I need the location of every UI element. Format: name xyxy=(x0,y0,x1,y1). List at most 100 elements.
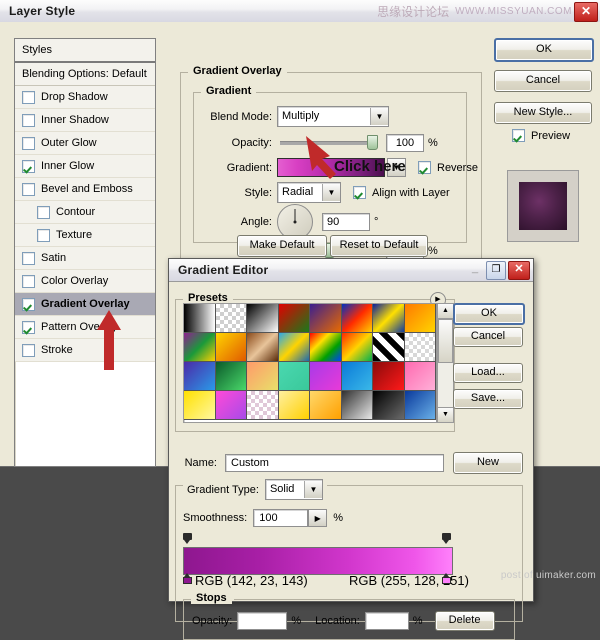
preset-swatch[interactable] xyxy=(184,333,216,362)
cancel-button[interactable]: Cancel xyxy=(494,70,592,92)
preset-swatch[interactable] xyxy=(184,391,216,420)
gradient-editor-cancel-button[interactable]: Cancel xyxy=(453,327,523,347)
preset-swatch[interactable] xyxy=(404,304,436,333)
styles-list-item[interactable]: Color Overlay xyxy=(15,270,155,293)
new-gradient-button[interactable]: New xyxy=(453,452,523,474)
preset-swatch[interactable] xyxy=(278,391,310,420)
opacity-slider[interactable] xyxy=(280,135,378,150)
styles-item-checkbox[interactable] xyxy=(22,343,35,357)
scrollbar-thumb[interactable] xyxy=(438,319,453,363)
preset-swatch[interactable] xyxy=(404,333,436,362)
preset-swatch[interactable] xyxy=(215,333,247,362)
preset-swatch[interactable] xyxy=(247,391,279,420)
styles-item-checkbox[interactable] xyxy=(22,113,35,127)
preset-swatch[interactable] xyxy=(341,391,373,420)
styles-list-item[interactable]: Texture xyxy=(15,224,155,247)
color-stop-right[interactable] xyxy=(442,573,451,584)
styles-list-item[interactable]: Bevel and Emboss xyxy=(15,178,155,201)
opacity-stop-right[interactable] xyxy=(442,533,451,544)
styles-item-checkbox[interactable] xyxy=(22,320,35,334)
preset-swatch[interactable] xyxy=(278,333,310,362)
styles-item-checkbox[interactable] xyxy=(22,136,35,150)
preset-swatch[interactable] xyxy=(184,362,216,391)
stops-opacity-input[interactable] xyxy=(237,612,288,630)
styles-list-item[interactable]: Stroke xyxy=(15,339,155,362)
styles-list-item[interactable]: Inner Glow xyxy=(15,155,155,178)
preset-swatch[interactable] xyxy=(341,333,373,362)
preset-swatch[interactable] xyxy=(404,391,436,420)
save-button[interactable]: Save... xyxy=(453,389,523,409)
gradient-editor-close-icon[interactable]: ✕ xyxy=(508,261,530,280)
style-chevron-down-icon[interactable]: ▼ xyxy=(322,184,340,201)
styles-item-checkbox[interactable] xyxy=(37,228,50,242)
minimize-icon[interactable]: _ xyxy=(466,262,484,279)
preset-swatch[interactable] xyxy=(310,391,342,420)
chevron-down-icon[interactable]: ▼ xyxy=(370,108,388,125)
styles-list-item[interactable]: Pattern Overlay xyxy=(15,316,155,339)
maximize-icon[interactable]: ❐ xyxy=(486,261,506,280)
preset-swatch[interactable] xyxy=(247,333,279,362)
preset-swatch[interactable] xyxy=(404,362,436,391)
reverse-checkbox[interactable] xyxy=(418,161,431,174)
stops-delete-button[interactable]: Delete xyxy=(434,611,495,631)
styles-item-checkbox[interactable] xyxy=(22,274,35,288)
style-select[interactable]: Radial ▼ xyxy=(277,182,341,203)
presets-swatch-grid[interactable] xyxy=(183,303,437,423)
angle-value[interactable]: 90 xyxy=(322,213,370,231)
styles-list-header[interactable]: Styles xyxy=(15,39,155,63)
align-with-layer-checkbox[interactable] xyxy=(353,186,366,199)
preset-swatch[interactable] xyxy=(310,362,342,391)
name-input[interactable]: Custom xyxy=(225,454,444,472)
smoothness-input[interactable]: 100 xyxy=(253,509,309,527)
preset-swatch[interactable] xyxy=(341,304,373,333)
scroll-down-icon[interactable]: ▼ xyxy=(438,407,453,422)
gradient-bar[interactable] xyxy=(183,547,453,575)
blending-options-item[interactable]: Blending Options: Default xyxy=(15,63,155,86)
presets-scrollbar[interactable]: ▲ ▼ xyxy=(437,303,454,423)
preset-swatch[interactable] xyxy=(215,362,247,391)
opacity-slider-knob[interactable] xyxy=(367,135,378,150)
styles-item-checkbox[interactable] xyxy=(22,90,35,104)
gradient-type-select[interactable]: Solid ▼ xyxy=(264,479,323,500)
preset-swatch[interactable] xyxy=(215,304,247,333)
gradient-editor-ok-button[interactable]: OK xyxy=(453,303,525,325)
preset-swatch[interactable] xyxy=(373,333,405,362)
styles-item-checkbox[interactable] xyxy=(22,251,35,265)
preset-swatch[interactable] xyxy=(373,391,405,420)
preset-swatch[interactable] xyxy=(373,362,405,391)
close-icon[interactable]: ✕ xyxy=(574,2,598,22)
ok-button[interactable]: OK xyxy=(494,38,594,62)
styles-item-checkbox[interactable] xyxy=(22,297,35,311)
preset-swatch[interactable] xyxy=(278,362,310,391)
stops-location-input[interactable] xyxy=(364,612,409,630)
styles-item-checkbox[interactable] xyxy=(22,159,35,173)
preset-swatch[interactable] xyxy=(247,304,279,333)
styles-list-item[interactable]: Contour xyxy=(15,201,155,224)
reset-to-default-button[interactable]: Reset to Default xyxy=(330,235,428,257)
preview-checkbox[interactable] xyxy=(512,129,525,142)
new-style-button[interactable]: New Style... xyxy=(494,102,592,124)
preset-swatch[interactable] xyxy=(310,304,342,333)
gradient-type-chevron-down-icon[interactable]: ▼ xyxy=(303,481,322,498)
preset-swatch[interactable] xyxy=(310,333,342,362)
opacity-value[interactable]: 100 xyxy=(386,134,424,152)
blend-mode-select[interactable]: Multiply ▼ xyxy=(277,106,389,127)
opacity-stop-left[interactable] xyxy=(183,533,192,544)
layer-style-titlebar[interactable]: Layer Style 思缘设计论坛 WWW.MISSYUAN.COM ✕ xyxy=(0,0,600,23)
styles-list-item[interactable]: Inner Shadow xyxy=(15,109,155,132)
gradient-editor-titlebar[interactable]: Gradient Editor _ ❐ ✕ xyxy=(169,259,533,282)
styles-list-item[interactable]: Gradient Overlay xyxy=(15,293,155,316)
make-default-button[interactable]: Make Default xyxy=(237,235,327,257)
preset-swatch[interactable] xyxy=(341,362,373,391)
load-button[interactable]: Load... xyxy=(453,363,523,383)
styles-list-item[interactable]: Drop Shadow xyxy=(15,86,155,109)
preset-swatch[interactable] xyxy=(278,304,310,333)
preset-swatch[interactable] xyxy=(373,304,405,333)
styles-item-checkbox[interactable] xyxy=(37,205,50,219)
smoothness-stepper-icon[interactable]: ▶ xyxy=(308,509,328,527)
styles-item-checkbox[interactable] xyxy=(22,182,35,196)
styles-list-item[interactable]: Outer Glow xyxy=(15,132,155,155)
preset-swatch[interactable] xyxy=(215,391,247,420)
color-stop-left[interactable] xyxy=(183,573,192,584)
preset-swatch[interactable] xyxy=(184,304,216,333)
